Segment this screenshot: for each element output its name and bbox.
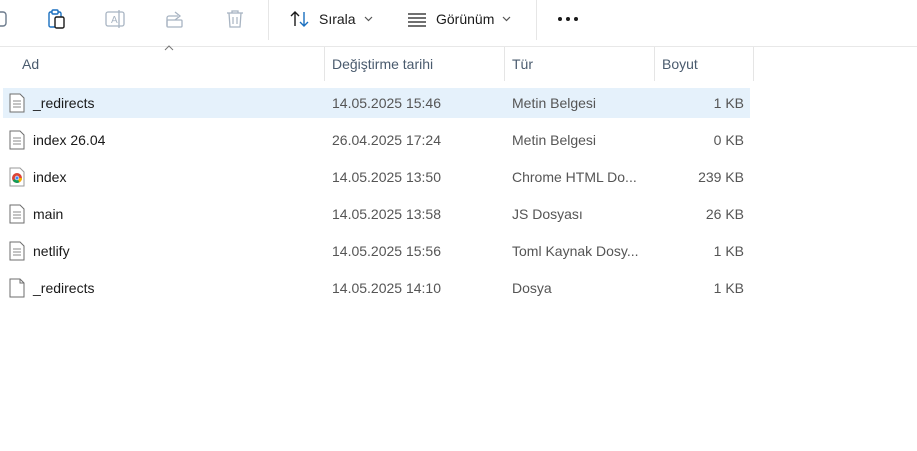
rename-icon: A bbox=[104, 8, 126, 30]
column-divider[interactable] bbox=[654, 47, 655, 81]
text-file-icon bbox=[9, 241, 25, 261]
more-dot-icon bbox=[574, 17, 578, 21]
command-bar: A Sırala Görünüm bbox=[0, 0, 917, 40]
file-name: _redirects bbox=[33, 95, 95, 111]
file-date: 14.05.2025 15:46 bbox=[332, 95, 441, 111]
view-icon bbox=[408, 13, 426, 27]
column-header-date[interactable]: Değiştirme tarihi bbox=[332, 47, 502, 81]
file-type: Chrome HTML Do... bbox=[512, 169, 637, 185]
toolbar-divider bbox=[536, 0, 537, 40]
more-dot-icon bbox=[566, 17, 570, 21]
file-date: 26.04.2025 17:24 bbox=[332, 132, 441, 148]
file-size: 239 KB bbox=[698, 169, 744, 185]
toolbar-divider bbox=[268, 0, 269, 40]
sort-icon bbox=[290, 11, 309, 27]
paste-icon[interactable] bbox=[45, 8, 67, 30]
view-label: Görünüm bbox=[436, 11, 495, 27]
file-name: main bbox=[33, 206, 64, 222]
sort-label: Sırala bbox=[319, 11, 356, 27]
chevron-down-icon bbox=[364, 16, 373, 22]
file-row[interactable]: _redirects 14.05.2025 15:46 Metin Belges… bbox=[3, 88, 750, 118]
text-file-icon bbox=[9, 204, 25, 224]
file-row[interactable]: main 14.05.2025 13:58 JS Dosyası 26 KB bbox=[3, 199, 750, 229]
column-header-name[interactable]: Ad bbox=[22, 47, 322, 81]
text-file-icon bbox=[9, 130, 25, 150]
delete-icon bbox=[224, 8, 246, 30]
more-options-button[interactable] bbox=[555, 6, 581, 32]
column-divider[interactable] bbox=[324, 47, 325, 81]
file-row[interactable]: netlify 14.05.2025 15:56 Toml Kaynak Dos… bbox=[3, 236, 750, 266]
file-size: 1 KB bbox=[713, 280, 744, 296]
file-type: Toml Kaynak Dosy... bbox=[512, 243, 639, 259]
file-row[interactable]: index 14.05.2025 13:50 Chrome HTML Do...… bbox=[3, 162, 750, 192]
file-date: 14.05.2025 13:50 bbox=[332, 169, 441, 185]
file-size: 26 KB bbox=[705, 206, 744, 222]
file-type: Dosya bbox=[512, 280, 552, 296]
new-icon[interactable] bbox=[0, 8, 10, 30]
file-size: 1 KB bbox=[713, 95, 744, 111]
sort-button[interactable]: Sırala bbox=[289, 6, 373, 32]
blank-file-icon bbox=[9, 278, 25, 298]
file-size: 0 KB bbox=[713, 132, 744, 148]
column-divider[interactable] bbox=[753, 47, 754, 81]
column-header: Ad Değiştirme tarihi Tür Boyut bbox=[0, 45, 917, 81]
share-icon bbox=[164, 8, 186, 30]
svg-text:A: A bbox=[111, 15, 118, 26]
file-date: 14.05.2025 14:10 bbox=[332, 280, 441, 296]
column-divider[interactable] bbox=[504, 47, 505, 81]
chevron-down-icon bbox=[502, 16, 511, 22]
file-row[interactable]: index 26.04 26.04.2025 17:24 Metin Belge… bbox=[3, 125, 750, 155]
file-type: Metin Belgesi bbox=[512, 132, 597, 148]
column-header-type[interactable]: Tür bbox=[512, 47, 652, 81]
file-type: Metin Belgesi bbox=[512, 95, 597, 111]
file-date: 14.05.2025 13:58 bbox=[332, 206, 441, 222]
file-name: index bbox=[33, 169, 67, 185]
view-button[interactable]: Görünüm bbox=[406, 6, 511, 32]
chrome-file-icon bbox=[9, 167, 25, 187]
file-size: 1 KB bbox=[713, 243, 744, 259]
file-row[interactable]: _redirects 14.05.2025 14:10 Dosya 1 KB bbox=[3, 273, 750, 303]
text-file-icon bbox=[9, 93, 25, 113]
file-date: 14.05.2025 15:56 bbox=[332, 243, 441, 259]
file-type: JS Dosyası bbox=[512, 206, 583, 222]
file-name: _redirects bbox=[33, 280, 95, 296]
file-name: index 26.04 bbox=[33, 132, 106, 148]
more-dot-icon bbox=[558, 17, 562, 21]
file-name: netlify bbox=[33, 243, 70, 259]
column-header-size[interactable]: Boyut bbox=[662, 47, 752, 81]
